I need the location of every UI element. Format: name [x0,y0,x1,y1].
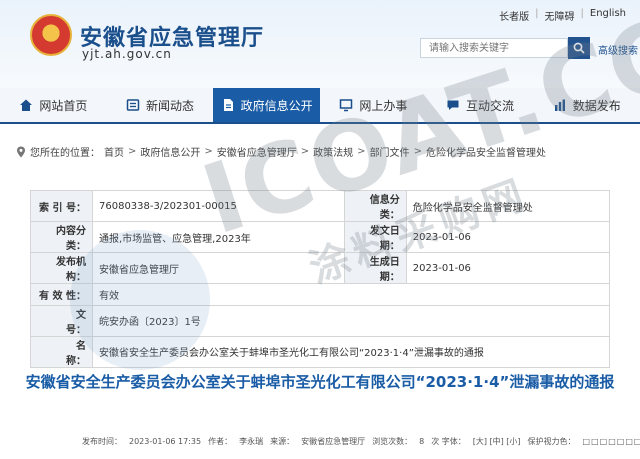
docno-label: 文 号： [30,304,106,337]
nav-item-interaction[interactable]: 互动交流 [427,88,534,122]
article-title: 安徽省安全生产委员会办公室关于蚌埠市圣光化工有限公司“2023·1·4”泄漏事故… [25,373,615,391]
breadcrumb-item[interactable]: 政府信息公开 [140,144,200,159]
nav-item-news[interactable]: 新闻动态 [107,88,214,122]
site-domain: yjt.ah.gov.cn [82,47,172,61]
meta-time-label: 发布时间： [82,437,122,446]
breadcrumb-separator: > [357,146,366,157]
font-size-buttons[interactable]: [大] [中] [小] [473,436,521,447]
nav-item-label: 网上办事 [359,98,408,113]
category-label: 内容分类： [30,221,93,253]
search-button[interactable] [568,37,590,59]
meta-views: 8 [419,437,425,446]
index-label: 索 引 号： [30,190,93,222]
nav-item-label: 互动交流 [466,98,515,113]
eye-color-swatches[interactable]: □□□□□□□□□ [583,437,640,446]
main-nav: 网站首页 新闻动态 政府信息公开 网上办事 互动交流 数据发布 [0,88,640,124]
meta-source: 安徽省应急管理厅 [301,437,366,446]
meta-source-label: 来源： [270,437,295,446]
docno-value: 皖安办函〔2023〕1号 [92,304,610,337]
created-value: 2023-01-06 [405,252,611,284]
chat-icon [447,100,459,110]
national-emblem-icon [30,14,72,56]
meta-author: 李永瑞 [239,437,264,446]
divider: | [580,8,584,19]
location-pin-icon [17,146,25,157]
validity-value: 有效 [92,283,610,306]
nav-item-label: 网站首页 [39,98,88,113]
created-label: 生成日期： [343,252,407,284]
divider: | [535,8,539,19]
table-row: 发布机构： 安徽省应急管理厅 生成日期： 2023-01-06 [30,252,611,284]
index-value: 76080338-3/202301-00015 [92,190,345,222]
category-value: 通报,市场监管、应急管理,2023年 [92,221,345,253]
nav-item-label: 数据发布 [572,98,621,113]
chart-icon [554,99,565,111]
validity-label: 有 效 性： [30,283,93,306]
breadcrumb-separator: > [300,146,310,157]
breadcrumb-item[interactable]: 政策法规 [313,144,353,159]
nav-item-label: 政府信息公开 [240,98,313,113]
meta-font-label: 次 字体： [431,437,466,446]
breadcrumb-item[interactable]: 安徽省应急管理厅 [217,144,297,159]
info-source-value: 危险化学品安全监督管理处 [405,190,611,222]
document-icon [223,99,233,111]
breadcrumb-separator: > [128,146,137,157]
title-value: 安徽省安全生产委员会办公室关于蚌埠市圣光化工有限公司“2023·1·4”泄漏事故… [92,335,610,368]
top-links: 长者版 | 无障碍 | English [499,8,626,23]
breadcrumb-item[interactable]: 危险化学品安全监督管理处 [426,144,546,159]
advanced-search-link[interactable]: 高级搜索 [598,42,638,57]
breadcrumb-item[interactable]: 部门文件 [370,144,410,159]
meta-time: 2023-01-06 17:35 [129,437,202,446]
nav-item-online-service[interactable]: 网上办事 [320,88,427,122]
publisher-label: 发布机构： [30,252,93,284]
title-label: 名 称： [30,335,106,368]
nav-item-data-release[interactable]: 数据发布 [533,88,640,122]
breadcrumb: 您所在的位置： 首页 > 政府信息公开 > 安徽省应急管理厅 > 政策法规 > … [16,144,546,159]
info-source-label: 信息分类： [343,190,407,222]
table-row: 内容分类： 通报,市场监管、应急管理,2023年 发文日期： 2023-01-0… [30,221,611,253]
home-icon [20,99,33,111]
nav-item-gov-info[interactable]: 政府信息公开 [213,88,321,122]
accessibility-link[interactable]: 无障碍 [545,8,575,23]
breadcrumb-separator: > [413,146,422,157]
date-label: 发文日期： [343,221,407,253]
breadcrumb-prefix: 您所在的位置： [30,148,100,159]
monitor-icon [340,99,353,112]
meta-views-label: 浏览次数： [372,437,413,446]
meta-eye-label: 保护视力色： [527,437,576,446]
table-row: 文 号： 皖安办函〔2023〕1号 [30,304,610,337]
table-row: 索 引 号： 76080338-3/202301-00015 信息分类： 危险化… [30,190,611,222]
search-input[interactable] [420,38,568,58]
english-link[interactable]: English [590,8,626,23]
nav-item-home[interactable]: 网站首页 [0,88,107,122]
publisher-value: 安徽省应急管理厅 [92,252,345,284]
breadcrumb-item[interactable]: 首页 [104,144,124,159]
elder-mode-link[interactable]: 长者版 [499,8,529,23]
date-value: 2023-01-06 [405,221,611,253]
search-icon [573,42,585,54]
meta-author-label: 作者： [208,437,233,446]
site-header: 安徽省应急管理厅 yjt.ah.gov.cn 长者版 | 无障碍 | Engli… [0,0,640,88]
table-row: 名 称： 安徽省安全生产委员会办公室关于蚌埠市圣光化工有限公司“2023·1·4… [30,335,610,368]
breadcrumb-separator: > [204,146,213,157]
document-info-table: 索 引 号： 76080338-3/202301-00015 信息分类： 危险化… [30,190,611,368]
news-icon [126,99,140,111]
table-row: 有 效 性： 有效 [30,283,610,306]
article-meta: 发布时间： 2023-01-06 17:35 作者： 李永瑞 来源： 安徽省应急… [82,436,640,447]
nav-item-label: 新闻动态 [146,98,195,113]
